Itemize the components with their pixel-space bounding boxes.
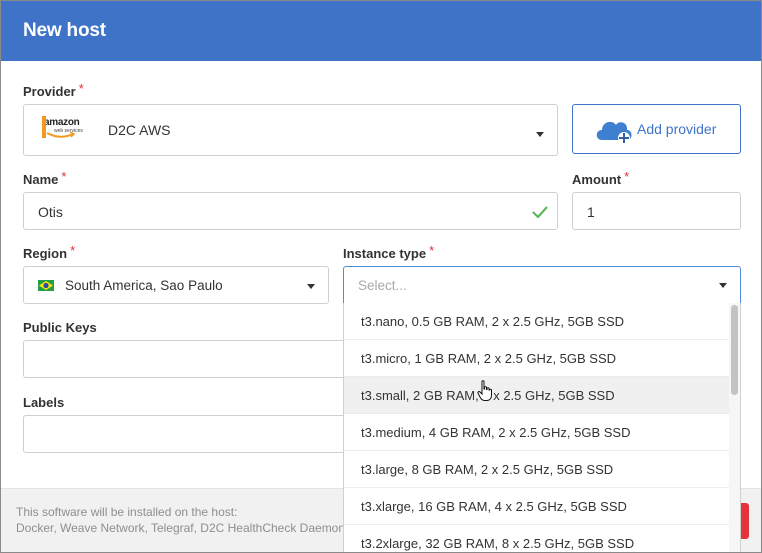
instance-option-label: t3.nano, 0.5 GB RAM, 2 x 2.5 GHz, 5GB SS… bbox=[361, 314, 625, 329]
amount-label: Amount * bbox=[572, 169, 630, 187]
required-mark: * bbox=[624, 169, 630, 184]
hand-pointer-icon bbox=[477, 380, 492, 401]
brazil-flag-icon bbox=[38, 280, 54, 291]
provider-label: Provider * bbox=[23, 81, 84, 99]
amount-input-value: 1 bbox=[587, 204, 595, 220]
instance-option-label: t3.micro, 1 GB RAM, 2 x 2.5 GHz, 5GB SSD bbox=[361, 351, 617, 366]
instance-option-label: t3.large, 8 GB RAM, 2 x 2.5 GHz, 5GB SSD bbox=[361, 462, 614, 477]
region-label: Region * bbox=[23, 243, 76, 261]
chevron-down-icon bbox=[536, 132, 544, 137]
dialog-header: New host bbox=[1, 1, 761, 61]
required-mark: * bbox=[61, 169, 67, 184]
aws-smile-icon bbox=[46, 132, 76, 138]
required-mark: * bbox=[429, 243, 435, 258]
aws-logo: amazon web services bbox=[42, 116, 90, 140]
add-provider-label: Add provider bbox=[637, 121, 717, 137]
region-selected-value: South America, Sao Paulo bbox=[65, 278, 223, 293]
region-label-text: Region bbox=[23, 246, 68, 261]
labels-label: Labels bbox=[23, 395, 65, 410]
region-select[interactable]: South America, Sao Paulo bbox=[23, 266, 329, 304]
instance-option-label: t3.medium, 4 GB RAM, 2 x 2.5 GHz, 5GB SS… bbox=[361, 425, 631, 440]
aws-logo-bar bbox=[42, 116, 46, 138]
instance-type-label-text: Instance type bbox=[343, 246, 427, 261]
provider-select[interactable]: amazon web services D2C AWS bbox=[23, 104, 558, 156]
public-keys-input[interactable] bbox=[23, 340, 383, 378]
provider-label-text: Provider bbox=[23, 84, 76, 99]
chevron-down-icon bbox=[307, 284, 315, 289]
name-label: Name * bbox=[23, 169, 67, 187]
name-input-value: Otis bbox=[38, 204, 63, 220]
instance-type-placeholder: Select... bbox=[358, 278, 407, 293]
name-label-text: Name bbox=[23, 172, 59, 187]
instance-option-label: t3.2xlarge, 32 GB RAM, 8 x 2.5 GHz, 5GB … bbox=[361, 536, 635, 551]
required-mark: * bbox=[70, 243, 76, 258]
required-mark: * bbox=[78, 81, 84, 96]
footer-info-line1: This software will be installed on the h… bbox=[16, 505, 238, 519]
instance-option[interactable]: t3.micro, 1 GB RAM, 2 x 2.5 GHz, 5GB SSD bbox=[344, 340, 731, 377]
instance-option-hovered[interactable]: t3.small, 2 GB RAM, 2 x 2.5 GHz, 5GB SSD bbox=[344, 377, 731, 414]
instance-option[interactable]: t3.2xlarge, 32 GB RAM, 8 x 2.5 GHz, 5GB … bbox=[344, 525, 731, 552]
name-input[interactable]: Otis bbox=[23, 192, 558, 230]
instance-type-options: t3.nano, 0.5 GB RAM, 2 x 2.5 GHz, 5GB SS… bbox=[343, 303, 741, 552]
instance-option[interactable]: t3.xlarge, 16 GB RAM, 4 x 2.5 GHz, 5GB S… bbox=[344, 488, 731, 525]
chevron-down-icon bbox=[719, 283, 727, 288]
check-icon bbox=[532, 206, 548, 218]
aws-logo-text: amazon bbox=[44, 117, 80, 128]
instance-type-select[interactable]: Select... bbox=[343, 266, 741, 304]
provider-selected-value: D2C AWS bbox=[108, 122, 171, 138]
cloud-plus-icon bbox=[596, 121, 632, 144]
dropdown-scrollbar-thumb[interactable] bbox=[731, 305, 738, 395]
add-provider-button[interactable]: Add provider bbox=[572, 104, 741, 154]
dialog-title: New host bbox=[23, 20, 106, 41]
instance-option[interactable]: t3.medium, 4 GB RAM, 2 x 2.5 GHz, 5GB SS… bbox=[344, 414, 731, 451]
footer-info-line2: Docker, Weave Network, Telegraf, D2C Hea… bbox=[16, 521, 346, 535]
public-keys-label: Public Keys bbox=[23, 320, 97, 335]
amount-input[interactable]: 1 bbox=[572, 192, 741, 230]
instance-option[interactable]: t3.large, 8 GB RAM, 2 x 2.5 GHz, 5GB SSD bbox=[344, 451, 731, 488]
new-host-dialog: New host Provider * amazon web services D… bbox=[0, 0, 762, 553]
labels-input[interactable] bbox=[23, 415, 383, 453]
instance-option[interactable]: t3.nano, 0.5 GB RAM, 2 x 2.5 GHz, 5GB SS… bbox=[344, 303, 731, 340]
amount-label-text: Amount bbox=[572, 172, 622, 187]
instance-option-label: t3.xlarge, 16 GB RAM, 4 x 2.5 GHz, 5GB S… bbox=[361, 499, 627, 514]
dropdown-scrollbar[interactable] bbox=[729, 303, 740, 552]
instance-type-label: Instance type * bbox=[343, 243, 435, 261]
